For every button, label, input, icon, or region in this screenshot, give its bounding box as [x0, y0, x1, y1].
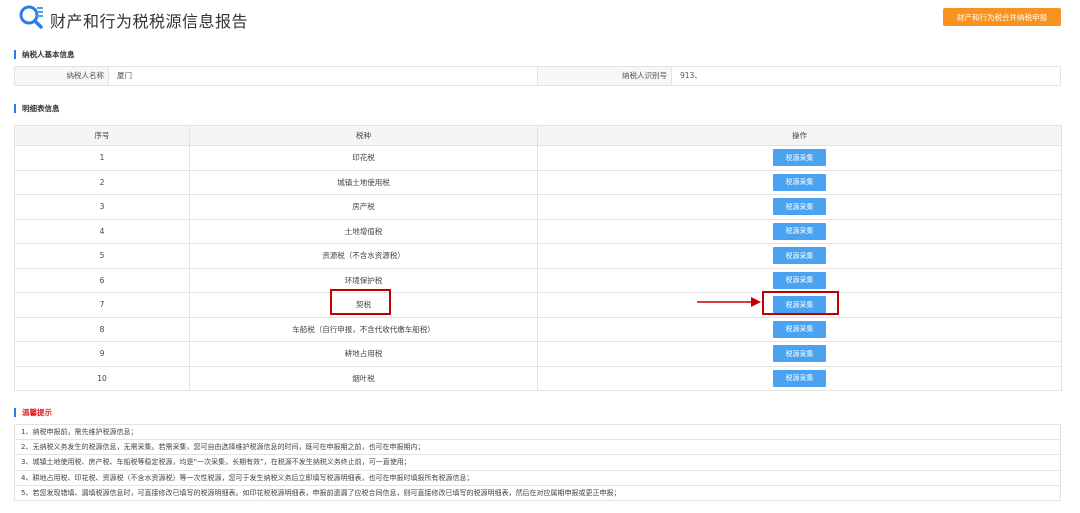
taxpayer-name-value: 厦门: [117, 71, 132, 80]
column-header-action: 操作: [537, 125, 1062, 146]
column-header-tax: 税种: [189, 125, 538, 146]
table-row: 9 耕地占用税 税源采集: [14, 341, 1062, 367]
tip-item: 1、纳税申报前，需先维护税源信息；: [14, 423, 1061, 441]
row-no: 10: [14, 365, 190, 391]
row-tax: 房产税: [189, 194, 538, 220]
row-tax: 资源税（不含水资源税）: [189, 243, 538, 269]
row-tax: 城镇土地使用税: [189, 169, 538, 195]
row-no: 4: [14, 218, 190, 244]
collect-button-vehicle-tax[interactable]: 税源采集: [773, 320, 826, 338]
tips-table: 1、纳税申报前，需先维护税源信息； 2、无纳税义务发生的税源信息，无需采集。若需…: [14, 423, 1061, 501]
arrow-right-icon: [697, 297, 761, 307]
tip-item: 4、耕地占用税、印花税、资源税（不含水资源税）等一次性税源，您可于发生纳税义务后…: [14, 469, 1061, 486]
table-row: 6 环境保护税 税源采集: [14, 267, 1062, 293]
collect-button-resource-tax[interactable]: 税源采集: [773, 247, 826, 265]
tips-section-title: 温馨提示: [14, 408, 52, 417]
collect-button-property-tax[interactable]: 税源采集: [773, 198, 826, 216]
page-title: 财产和行为税税源信息报告: [50, 12, 249, 31]
collect-button-farmland-tax[interactable]: 税源采集: [773, 345, 826, 363]
tip-item: 2、无纳税义务发生的税源信息，无需采集。若需采集，您可自由选择维护税源信息的时间…: [14, 439, 1061, 456]
row-tax: 印花税: [189, 145, 538, 171]
detail-section-title: 明细表信息: [14, 104, 60, 113]
tip-item: 5、若您发现错填、漏填税源信息时，可直接修改已填写的税源明细表。如印花税税源明细…: [14, 484, 1061, 501]
taxpayer-name-label: 纳税人名称: [15, 67, 109, 85]
collect-button-tobacco-tax[interactable]: 税源采集: [773, 369, 826, 387]
collect-button-stamp-tax[interactable]: 税源采集: [773, 149, 826, 167]
detail-table: 序号 税种 操作 1 印花税 税源采集 2 城镇土地使用税 税源采集 3 房产税…: [14, 125, 1062, 391]
row-no: 8: [14, 316, 190, 342]
collect-button-land-vat[interactable]: 税源采集: [773, 222, 826, 240]
row-tax: 耕地占用税: [189, 341, 538, 367]
row-no: 1: [14, 145, 190, 171]
row-no: 2: [14, 169, 190, 195]
table-row: 4 土地增值税 税源采集: [14, 218, 1062, 244]
page-header: 财产和行为税税源信息报告 财产和行为税合并纳税申报: [0, 0, 1080, 38]
table-row: 3 房产税 税源采集: [14, 194, 1062, 220]
table-row: 7 契税 税源采集: [14, 292, 1062, 318]
combined-tax-filing-button[interactable]: 财产和行为税合并纳税申报: [943, 8, 1061, 26]
table-row: 2 城镇土地使用税 税源采集: [14, 169, 1062, 195]
tip-item: 3、城镇土地使用税、房产税、车船税等稳定税源，均是“一次采集，长期有效”，在税源…: [14, 454, 1061, 471]
table-row: 5 资源税（不含水资源税） 税源采集: [14, 243, 1062, 269]
table-row: 10 烟叶税 税源采集: [14, 365, 1062, 391]
taxpayer-info-row: 纳税人名称 厦门 纳税人识别号 913、: [14, 66, 1061, 86]
table-row: 1 印花税 税源采集: [14, 145, 1062, 171]
search-report-icon: [19, 5, 43, 29]
row-no: 7: [14, 292, 190, 318]
taxpayer-id-label: 纳税人识别号: [538, 67, 672, 85]
row-no: 6: [14, 267, 190, 293]
highlight-box-deed-tax: [330, 289, 391, 315]
column-header-no: 序号: [14, 125, 190, 146]
row-tax: 车船税（自行申报，不含代收代缴车船税）: [189, 316, 538, 342]
row-no: 3: [14, 194, 190, 220]
highlight-box-deed-tax-button: [762, 291, 839, 315]
row-tax: 土地增值税: [189, 218, 538, 244]
row-tax: 烟叶税: [189, 365, 538, 391]
table-row: 8 车船税（自行申报，不含代收代缴车船税） 税源采集: [14, 316, 1062, 342]
detail-table-header: 序号 税种 操作: [14, 125, 1062, 146]
taxpayer-section-title: 纳税人基本信息: [14, 50, 75, 59]
row-no: 5: [14, 243, 190, 269]
taxpayer-id-value: 913、: [680, 71, 702, 80]
collect-button-environment-tax[interactable]: 税源采集: [773, 271, 826, 289]
collect-button-urban-land-tax[interactable]: 税源采集: [773, 173, 826, 191]
row-no: 9: [14, 341, 190, 367]
